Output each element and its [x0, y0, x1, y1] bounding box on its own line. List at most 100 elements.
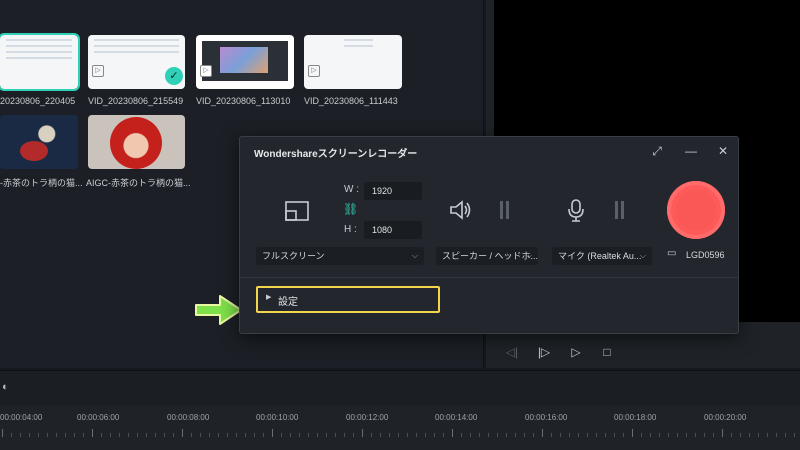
ruler-tick	[614, 433, 615, 437]
ruler-tick	[704, 433, 705, 437]
ruler-tick	[74, 433, 75, 437]
ruler-tick	[587, 433, 588, 437]
ruler-tick	[515, 433, 516, 437]
link-aspect-icon[interactable]: ⛓	[343, 202, 358, 216]
media-label: VID_20230806_111443	[304, 96, 398, 106]
stop-icon[interactable]: □	[597, 342, 617, 362]
ruler-tick	[137, 433, 138, 437]
microphone-dropdown[interactable]: マイク (Realtek Au... ⌵	[552, 247, 652, 265]
record-button[interactable]	[667, 181, 725, 239]
speaker-value: スピーカー / ヘッドホ...	[442, 251, 539, 261]
frame-forward-icon[interactable]: |▷	[534, 342, 554, 362]
ruler-tick	[758, 433, 759, 437]
tick-label: 00:00:12:00	[346, 413, 389, 422]
imported-check-icon: ✓	[165, 67, 183, 85]
tick-label: 00:00:18:00	[614, 413, 657, 422]
ruler-tick	[326, 433, 327, 437]
ruler-tick	[722, 429, 723, 437]
media-label: AIGC-赤茶のトラ柄の猫...	[86, 178, 191, 188]
ruler-tick	[578, 433, 579, 437]
ruler-tick	[272, 429, 273, 437]
ruler-tick	[461, 433, 462, 437]
ruler-tick	[245, 433, 246, 437]
ruler-tick	[650, 433, 651, 437]
width-field[interactable]: 1920	[364, 182, 422, 200]
ruler-tick	[227, 433, 228, 437]
settings-expander[interactable]: ▶ 設定	[256, 286, 440, 313]
video-file-icon: ▷	[92, 65, 104, 77]
ruler-tick	[740, 433, 741, 437]
ruler-tick	[542, 429, 543, 437]
ruler-tick	[470, 433, 471, 437]
media-thumbnail[interactable]	[88, 115, 185, 169]
dialog-title: Wondershareスクリーンレコーダー	[254, 149, 418, 160]
media-label: VID_20230806_215549	[88, 96, 184, 106]
area-mode-dropdown[interactable]: フルスクリーン ⌵	[256, 247, 424, 265]
pointer-arrow-icon	[195, 295, 242, 325]
microphone-icon[interactable]	[566, 198, 586, 222]
ruler-tick	[551, 433, 552, 437]
media-thumbnail[interactable]: ▷	[304, 35, 402, 89]
speaker-dropdown[interactable]: スピーカー / ヘッドホ... ⌵	[436, 247, 538, 265]
media-label: 20230806_220405	[0, 96, 76, 106]
ruler-tick	[182, 429, 183, 437]
area-mode-value: フルスクリーン	[262, 251, 325, 261]
expand-triangle-icon: ▶	[266, 294, 272, 301]
ruler-tick	[776, 433, 777, 437]
monitor-label: LGD0596	[686, 250, 725, 260]
screen-recorder-dialog: Wondershareスクリーンレコーダー ⤢ — ✕ W : 1920 ⛓ H…	[239, 136, 739, 334]
media-thumbnail[interactable]	[0, 33, 80, 91]
ruler-tick	[380, 433, 381, 437]
playback-controls: ◁| |▷ ▷ □	[490, 338, 800, 366]
screen-area-icon[interactable]	[285, 201, 309, 221]
ruler-tick	[641, 433, 642, 437]
height-field[interactable]: 1080	[364, 221, 422, 239]
mic-level-bar	[615, 201, 618, 219]
restore-icon[interactable]: ⤢	[646, 141, 668, 161]
close-icon[interactable]: ✕	[712, 141, 734, 161]
ruler-tick	[173, 433, 174, 437]
width-label: W :	[344, 184, 359, 195]
ruler-tick	[668, 433, 669, 437]
ruler-tick	[695, 433, 696, 437]
microphone-value: マイク (Realtek Au...	[558, 251, 642, 261]
ruler-tick	[128, 433, 129, 437]
ruler-tick	[38, 433, 39, 437]
timeline-ruler[interactable]: 00:00:04:00 00:00:06:00 00:00:08:00 00:0…	[0, 405, 800, 450]
ruler-tick	[533, 433, 534, 437]
ruler-tick	[335, 433, 336, 437]
tick-label: 00:00:16:00	[525, 413, 568, 422]
ruler-tick	[371, 433, 372, 437]
speaker-icon[interactable]	[449, 199, 473, 221]
audio-mix-icon[interactable]: ◐	[2, 381, 9, 393]
ruler-tick	[281, 433, 282, 437]
ruler-tick	[785, 433, 786, 437]
ruler-tick	[209, 433, 210, 437]
tick-label: 00:00:06:00	[77, 413, 120, 422]
ruler-tick	[713, 433, 714, 437]
play-icon[interactable]: ▷	[566, 342, 586, 362]
ruler-tick	[155, 433, 156, 437]
tick-label: 00:00:20:00	[704, 413, 747, 422]
ruler-tick	[434, 433, 435, 437]
ruler-tick	[164, 433, 165, 437]
ruler-tick	[218, 433, 219, 437]
ruler-tick	[20, 433, 21, 437]
tick-label: 00:00:10:00	[256, 413, 299, 422]
ruler-tick	[299, 433, 300, 437]
ruler-tick	[344, 433, 345, 437]
ruler-tick	[623, 433, 624, 437]
ruler-tick	[236, 433, 237, 437]
monitor-icon[interactable]: ▭	[667, 248, 676, 259]
ruler-tick	[92, 429, 93, 437]
step-back-icon[interactable]: ◁|	[502, 342, 522, 362]
ruler-tick	[569, 433, 570, 437]
ruler-tick	[317, 433, 318, 437]
video-file-icon: ▷	[308, 65, 320, 77]
ruler-tick	[767, 433, 768, 437]
ruler-tick	[443, 433, 444, 437]
speaker-level-bar	[500, 201, 503, 219]
minimize-icon[interactable]: —	[680, 141, 702, 161]
media-thumbnail[interactable]	[0, 115, 78, 169]
media-thumbnail[interactable]: ▷	[196, 35, 294, 89]
